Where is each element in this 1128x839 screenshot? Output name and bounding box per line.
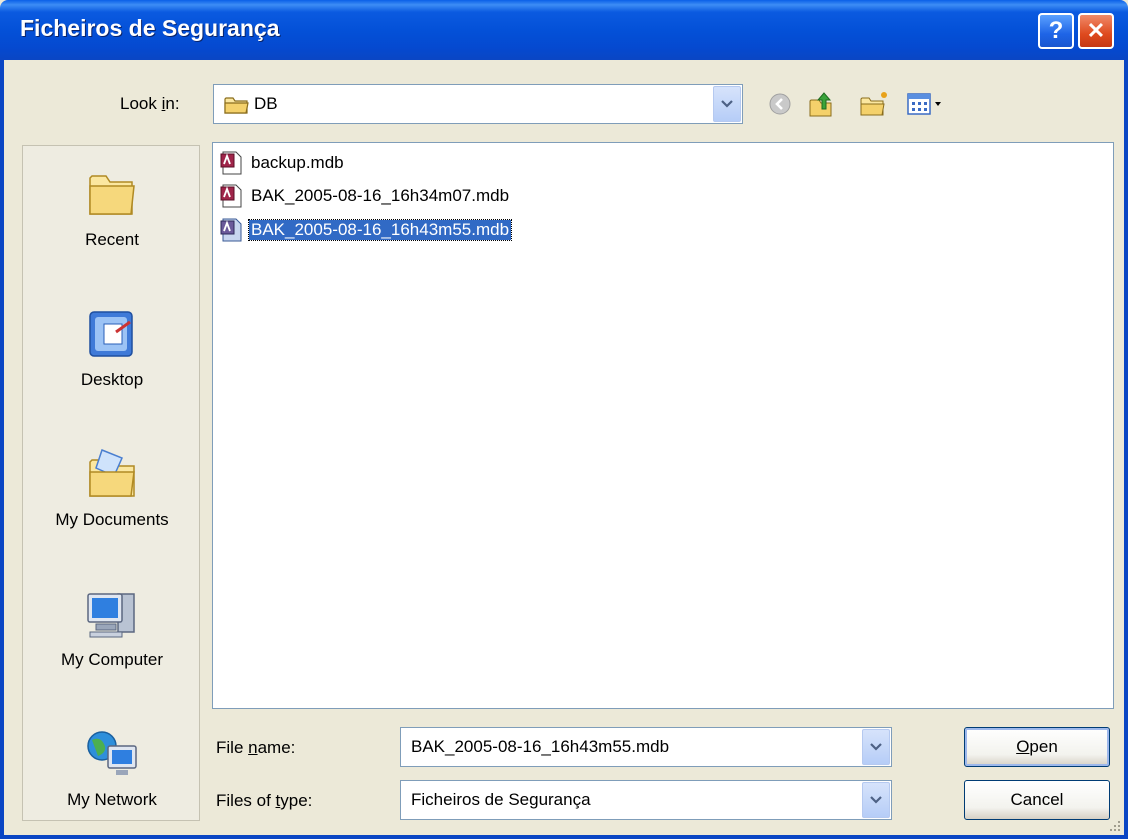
access-file-icon <box>220 151 242 175</box>
cancel-button-label: Cancel <box>1010 790 1064 809</box>
list-item[interactable]: backup.mdb <box>219 148 346 178</box>
lookin-label: Look in: <box>120 94 180 113</box>
place-desktop[interactable]: Desktop <box>23 304 201 390</box>
list-item[interactable]: BAK_2005-08-16_16h34m07.mdb <box>219 181 511 211</box>
filename-value: BAK_2005-08-16_16h43m55.mdb <box>411 737 670 756</box>
list-item-selected[interactable]: BAK_2005-08-16_16h43m55.mdb <box>219 215 513 245</box>
window-frame-right <box>1124 60 1128 839</box>
close-button[interactable]: ✕ <box>1078 13 1114 49</box>
chevron-down-icon <box>870 743 882 751</box>
chevron-down-icon <box>721 100 733 108</box>
new-folder-icon <box>860 92 887 116</box>
window-title: Ficheiros de Segurança <box>20 15 280 41</box>
desktop-icon <box>89 311 133 357</box>
up-folder-button[interactable] <box>806 88 838 120</box>
title-bar[interactable]: Ficheiros de Segurança ? ✕ <box>0 0 1128 60</box>
help-button[interactable]: ? <box>1038 13 1074 49</box>
file-list[interactable]: backup.mdb BAK_2005-08-16_16h34m07.mdb B… <box>212 142 1114 709</box>
access-file-icon <box>220 218 242 242</box>
filetype-dropdown[interactable]: Ficheiros de Segurança <box>400 780 892 820</box>
places-bar: Recent Desktop My Documents My Computer <box>22 145 200 821</box>
cancel-button[interactable]: Cancel <box>964 780 1110 820</box>
filetype-dropdown-button[interactable] <box>862 782 890 818</box>
place-my-documents[interactable]: My Documents <box>23 444 201 530</box>
filename-dropdown-button[interactable] <box>862 729 890 765</box>
back-button[interactable] <box>764 88 796 120</box>
view-menu-button[interactable] <box>904 88 948 120</box>
lookin-value: DB <box>254 94 278 113</box>
filename-field[interactable]: BAK_2005-08-16_16h43m55.mdb <box>400 727 892 767</box>
folder-icon <box>224 97 249 114</box>
window-frame-left <box>0 60 4 839</box>
back-icon <box>769 93 791 115</box>
access-file-icon <box>220 184 242 208</box>
my-documents-icon <box>89 449 135 497</box>
view-menu-icon <box>907 93 941 115</box>
window-frame-bottom <box>0 835 1128 839</box>
resize-grip-icon[interactable] <box>1108 819 1122 833</box>
open-button[interactable]: Open <box>964 727 1110 767</box>
new-folder-button[interactable] <box>858 88 890 120</box>
place-my-computer[interactable]: My Computer <box>23 584 201 670</box>
filename-label: File name: <box>216 738 296 757</box>
place-recent[interactable]: Recent <box>23 164 201 250</box>
filetype-value: Ficheiros de Segurança <box>411 790 591 809</box>
my-network-icon <box>87 731 137 775</box>
lookin-dropdown-button[interactable] <box>713 86 741 122</box>
up-folder-icon <box>809 92 832 117</box>
chevron-down-icon <box>870 796 882 804</box>
open-button-label: Open <box>1016 737 1058 756</box>
filetype-label: Files of type: <box>216 791 313 810</box>
close-icon: ✕ <box>1086 18 1106 43</box>
lookin-dropdown[interactable]: DB <box>213 84 743 124</box>
help-icon: ? <box>1048 17 1064 44</box>
place-my-network[interactable]: My Network <box>23 724 201 810</box>
my-computer-icon <box>87 593 135 638</box>
recent-folder-icon <box>89 175 135 215</box>
